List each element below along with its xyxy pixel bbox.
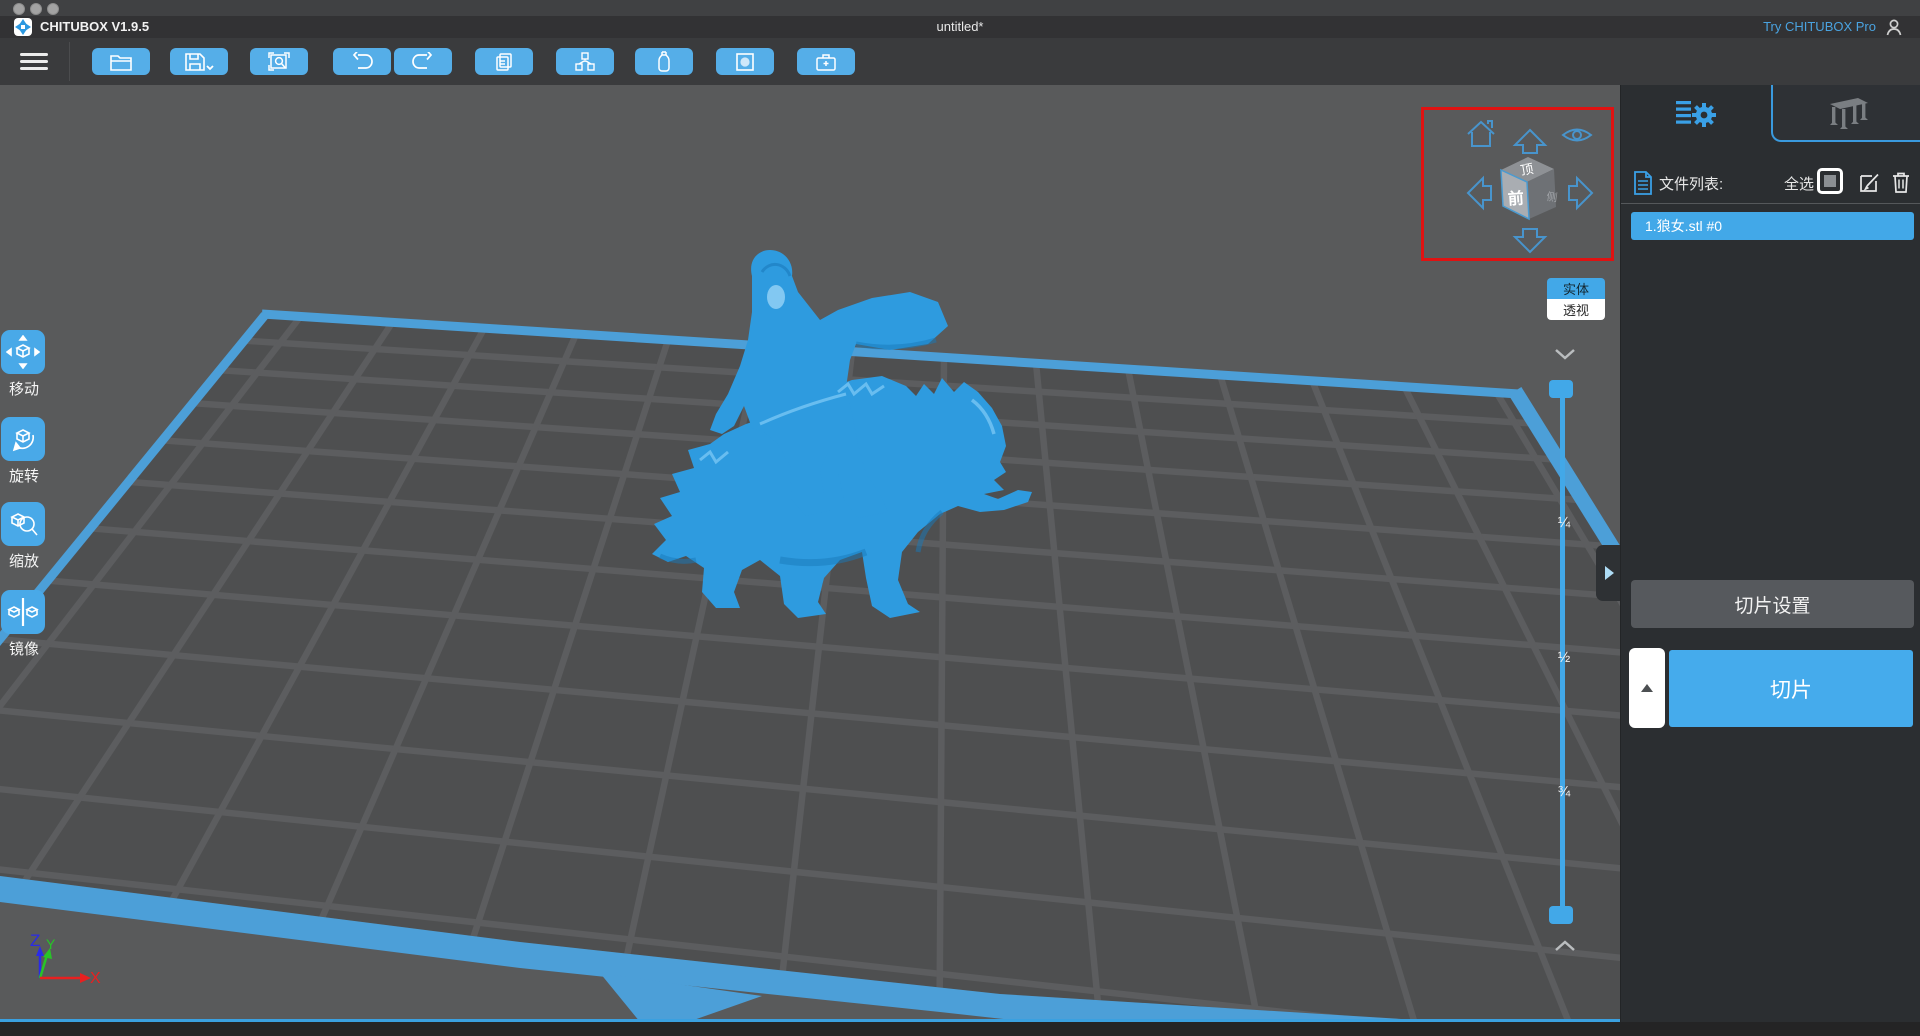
undo-button[interactable] bbox=[333, 48, 391, 75]
axis-z-label: Z bbox=[30, 931, 40, 950]
right-panel: 文件列表: 全选 1.狼女.stl #0 切片设置 切片 bbox=[1620, 85, 1920, 1022]
open-file-button[interactable] bbox=[92, 48, 150, 75]
mac-close-button[interactable] bbox=[13, 3, 25, 15]
nav-arrow-right[interactable] bbox=[1569, 178, 1592, 208]
tool-move-button[interactable] bbox=[1, 330, 45, 374]
viewport-3d[interactable]: Z Y X bbox=[0, 85, 1620, 1022]
slider-chevron-down[interactable] bbox=[1553, 348, 1577, 360]
render-mode-toggle: 实体 透视 bbox=[1547, 278, 1605, 320]
save-icon bbox=[184, 52, 214, 72]
slider-label-quarter: ¼ bbox=[1551, 514, 1577, 531]
tool-rotate-label: 旋转 bbox=[0, 465, 48, 486]
rename-icon[interactable] bbox=[1859, 171, 1881, 193]
undo-icon bbox=[351, 52, 373, 72]
main-toolbar bbox=[0, 38, 1920, 85]
axis-y-label: Y bbox=[46, 936, 56, 952]
nav-arrow-up[interactable] bbox=[1515, 130, 1545, 153]
menu-button[interactable] bbox=[20, 49, 48, 73]
tool-scale-button[interactable] bbox=[1, 502, 45, 546]
hollow-icon bbox=[656, 51, 672, 73]
support-icon bbox=[1824, 96, 1870, 130]
document-title: untitled* bbox=[0, 19, 1920, 34]
delete-icon[interactable] bbox=[1891, 171, 1911, 194]
slice-expander-button[interactable] bbox=[1629, 648, 1665, 728]
panel-collapse-tab[interactable] bbox=[1596, 545, 1622, 601]
cube-side-label: 侧 bbox=[1546, 190, 1559, 204]
tab-support[interactable] bbox=[1771, 85, 1920, 142]
nav-arrow-left[interactable] bbox=[1468, 178, 1491, 208]
triangle-up-icon bbox=[1641, 684, 1653, 692]
app-titlebar: CHITUBOX V1.9.5 untitled* Try CHITUBOX P… bbox=[0, 16, 1920, 38]
open-file-icon bbox=[109, 52, 133, 72]
redo-button[interactable] bbox=[394, 48, 452, 75]
mirror-icon bbox=[6, 595, 40, 629]
settings-list-icon bbox=[1674, 98, 1718, 130]
slice-settings-button[interactable]: 切片设置 bbox=[1631, 580, 1914, 628]
screenshot-icon bbox=[268, 52, 290, 72]
select-all-checkbox[interactable] bbox=[1817, 168, 1843, 194]
redo-icon bbox=[412, 52, 434, 72]
tool-scale-label: 缩放 bbox=[0, 550, 48, 571]
tool-mirror-button[interactable] bbox=[1, 590, 45, 634]
layer-slider-handle-top[interactable] bbox=[1549, 380, 1573, 398]
save-button[interactable] bbox=[170, 48, 228, 75]
slider-chevron-up[interactable] bbox=[1553, 940, 1577, 952]
toolbar-divider bbox=[69, 42, 70, 81]
chitubox-window: CHITUBOX V1.9.5 untitled* Try CHITUBOX P… bbox=[0, 0, 1920, 1036]
dig-hole-button[interactable] bbox=[716, 48, 774, 75]
slider-label-three-quarter: ¾ bbox=[1551, 783, 1577, 800]
tool-mirror-label: 镜像 bbox=[0, 638, 48, 659]
copy-button[interactable] bbox=[475, 48, 533, 75]
file-list-header: 文件列表: 全选 bbox=[1621, 169, 1920, 197]
toolbox-button[interactable] bbox=[797, 48, 855, 75]
file-list-item[interactable]: 1.狼女.stl #0 bbox=[1631, 212, 1914, 240]
mac-minimize-button[interactable] bbox=[30, 3, 42, 15]
panel-tabs bbox=[1621, 85, 1920, 142]
cube-top-label: 顶 bbox=[1519, 161, 1534, 178]
tool-rotate-button[interactable] bbox=[1, 417, 45, 461]
nav-widget: 顶 前 侧 bbox=[1421, 107, 1614, 261]
auto-arrange-icon bbox=[574, 52, 596, 72]
mac-titlebar bbox=[0, 0, 1920, 16]
scale-icon bbox=[6, 507, 40, 541]
cube-front-label: 前 bbox=[1507, 188, 1524, 208]
window-bottom-strip bbox=[0, 1022, 1920, 1036]
axis-x-label: X bbox=[90, 970, 101, 987]
file-list-label: 文件列表: bbox=[1659, 173, 1723, 194]
mac-zoom-button[interactable] bbox=[47, 3, 59, 15]
select-all-label: 全选 bbox=[1784, 173, 1814, 194]
slice-button[interactable]: 切片 bbox=[1669, 650, 1913, 727]
home-icon[interactable] bbox=[1468, 121, 1494, 146]
mode-perspective-button[interactable]: 透视 bbox=[1547, 299, 1605, 320]
collapse-arrow-icon bbox=[1602, 564, 1616, 582]
account-icon[interactable] bbox=[1884, 17, 1904, 37]
hollow-button[interactable] bbox=[635, 48, 693, 75]
rotate-icon bbox=[6, 422, 40, 456]
nav-arrow-down[interactable] bbox=[1515, 229, 1545, 252]
toolbox-icon bbox=[815, 52, 837, 72]
mode-solid-button[interactable]: 实体 bbox=[1547, 278, 1605, 299]
layer-slider-handle-bottom[interactable] bbox=[1549, 906, 1573, 924]
tool-move-label: 移动 bbox=[0, 378, 48, 399]
move-icon bbox=[6, 335, 40, 369]
slider-label-half: ½ bbox=[1551, 649, 1577, 666]
auto-arrange-button[interactable] bbox=[556, 48, 614, 75]
tab-slice-settings[interactable] bbox=[1621, 85, 1771, 142]
copy-icon bbox=[494, 52, 514, 72]
screenshot-button[interactable] bbox=[250, 48, 308, 75]
view-eye-icon[interactable] bbox=[1563, 130, 1591, 141]
nav-cube[interactable]: 顶 前 侧 bbox=[1501, 157, 1558, 219]
file-list-icon bbox=[1633, 171, 1653, 195]
try-pro-link[interactable]: Try CHITUBOX Pro bbox=[1763, 19, 1876, 34]
panel-divider bbox=[1621, 203, 1920, 204]
dig-hole-icon bbox=[734, 52, 756, 72]
